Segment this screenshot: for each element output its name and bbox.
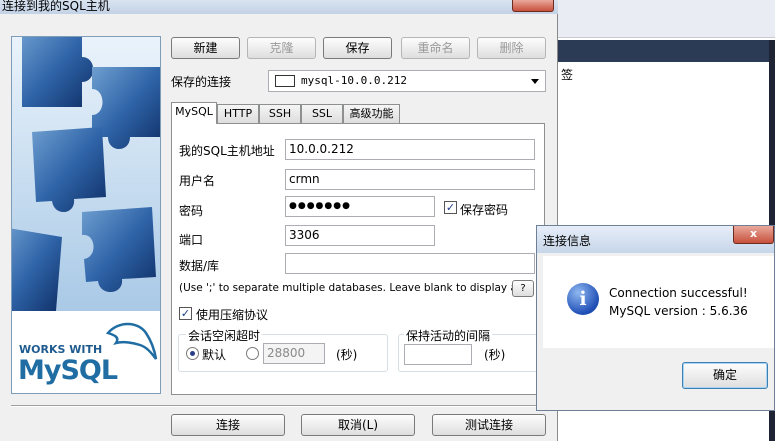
close-button[interactable] — [512, 0, 554, 12]
background-dark-bar — [557, 40, 775, 62]
keepalive-input[interactable] — [404, 344, 472, 365]
saved-connection-value: mysql-10.0.0.212 — [301, 74, 407, 87]
user-label: 用户名 — [179, 174, 216, 188]
puzzle-graphic — [12, 37, 160, 311]
tab-http[interactable]: HTTP — [217, 104, 259, 124]
ok-button[interactable]: 确定 — [682, 362, 768, 389]
info-title: 连接信息 — [543, 234, 592, 248]
tab-ssh[interactable]: SSH — [259, 104, 301, 124]
save-password-label: 保存密码 — [460, 203, 509, 217]
compress-label: 使用压缩协议 — [196, 308, 269, 322]
logo-brand: MySQL — [18, 355, 118, 386]
port-label: 端口 — [179, 233, 204, 247]
footer-divider — [11, 405, 546, 407]
timeout-seconds: (秒) — [336, 348, 358, 362]
user-input[interactable]: crmn — [285, 169, 535, 190]
test-connection-button[interactable]: 测试连接 — [432, 414, 546, 436]
keepalive-group-label: 保持活动的间隔 — [404, 327, 493, 344]
background-label: 签 — [561, 68, 574, 82]
window-title: 连接到我的SQL主机 — [2, 0, 110, 13]
timeout-group-label: 会话空闲超时 — [186, 327, 263, 344]
password-label: 密码 — [179, 204, 204, 218]
chevron-down-icon — [531, 79, 539, 84]
custom-timeout-radio[interactable] — [246, 347, 259, 360]
puzzle-image: WORKS WITH MySQL — [11, 36, 161, 394]
info-line1: Connection successful! — [609, 286, 748, 300]
new-button[interactable]: 新建 — [171, 37, 240, 59]
color-swatch — [275, 75, 295, 87]
default-label: 默认 — [202, 348, 227, 362]
background-toolbar — [557, 0, 775, 38]
save-password-checkbox[interactable]: ✓ — [444, 201, 457, 214]
connection-info-dialog: 连接信息 x i Connection successful! MySQL ve… — [536, 225, 775, 411]
connect-button[interactable]: 连接 — [171, 414, 285, 436]
database-hint: (Use ';' to separate multiple databases.… — [179, 282, 527, 294]
info-line2: MySQL version : 5.6.36 — [609, 304, 748, 318]
database-input[interactable] — [285, 253, 535, 274]
info-icon: i — [567, 283, 599, 315]
tab-mysql[interactable]: MySQL — [171, 102, 217, 124]
keepalive-seconds: (秒) — [484, 348, 506, 362]
timeout-input[interactable]: 28800 — [263, 343, 325, 364]
default-radio[interactable] — [186, 347, 199, 360]
tab-advanced[interactable]: 高级功能 — [343, 104, 400, 124]
delete-button[interactable]: 删除 — [477, 37, 546, 59]
password-input[interactable]: ●●●●●●● — [285, 196, 435, 217]
saved-connection-label: 保存的连接 — [171, 75, 232, 89]
compress-checkbox[interactable]: ✓ — [179, 307, 192, 320]
info-close-button[interactable]: x — [733, 226, 774, 244]
port-input[interactable]: 3306 — [285, 225, 435, 246]
dolphin-icon — [105, 322, 158, 360]
cancel-button[interactable]: 取消(L) — [301, 414, 415, 436]
saved-connection-select[interactable]: mysql-10.0.0.212 — [268, 70, 546, 92]
clone-button[interactable]: 克隆 — [247, 37, 316, 59]
save-button[interactable]: 保存 — [323, 37, 392, 59]
host-input[interactable]: 10.0.0.212 — [285, 139, 535, 160]
tab-ssl[interactable]: SSL — [301, 104, 343, 124]
rename-button[interactable]: 重命名 — [401, 37, 470, 59]
tab-panel: 我的SQL主机地址 10.0.0.212 用户名 crmn 密码 ●●●●●●●… — [171, 123, 545, 395]
database-label: 数据/库 — [179, 259, 220, 273]
host-label: 我的SQL主机地址 — [179, 144, 275, 158]
help-button[interactable]: ? — [512, 280, 534, 297]
connect-dialog: 连接到我的SQL主机 WORKS WITH MySQL 新建 克隆 保存 重命名… — [0, 0, 558, 441]
info-body: i Connection successful! MySQL version :… — [543, 256, 774, 348]
